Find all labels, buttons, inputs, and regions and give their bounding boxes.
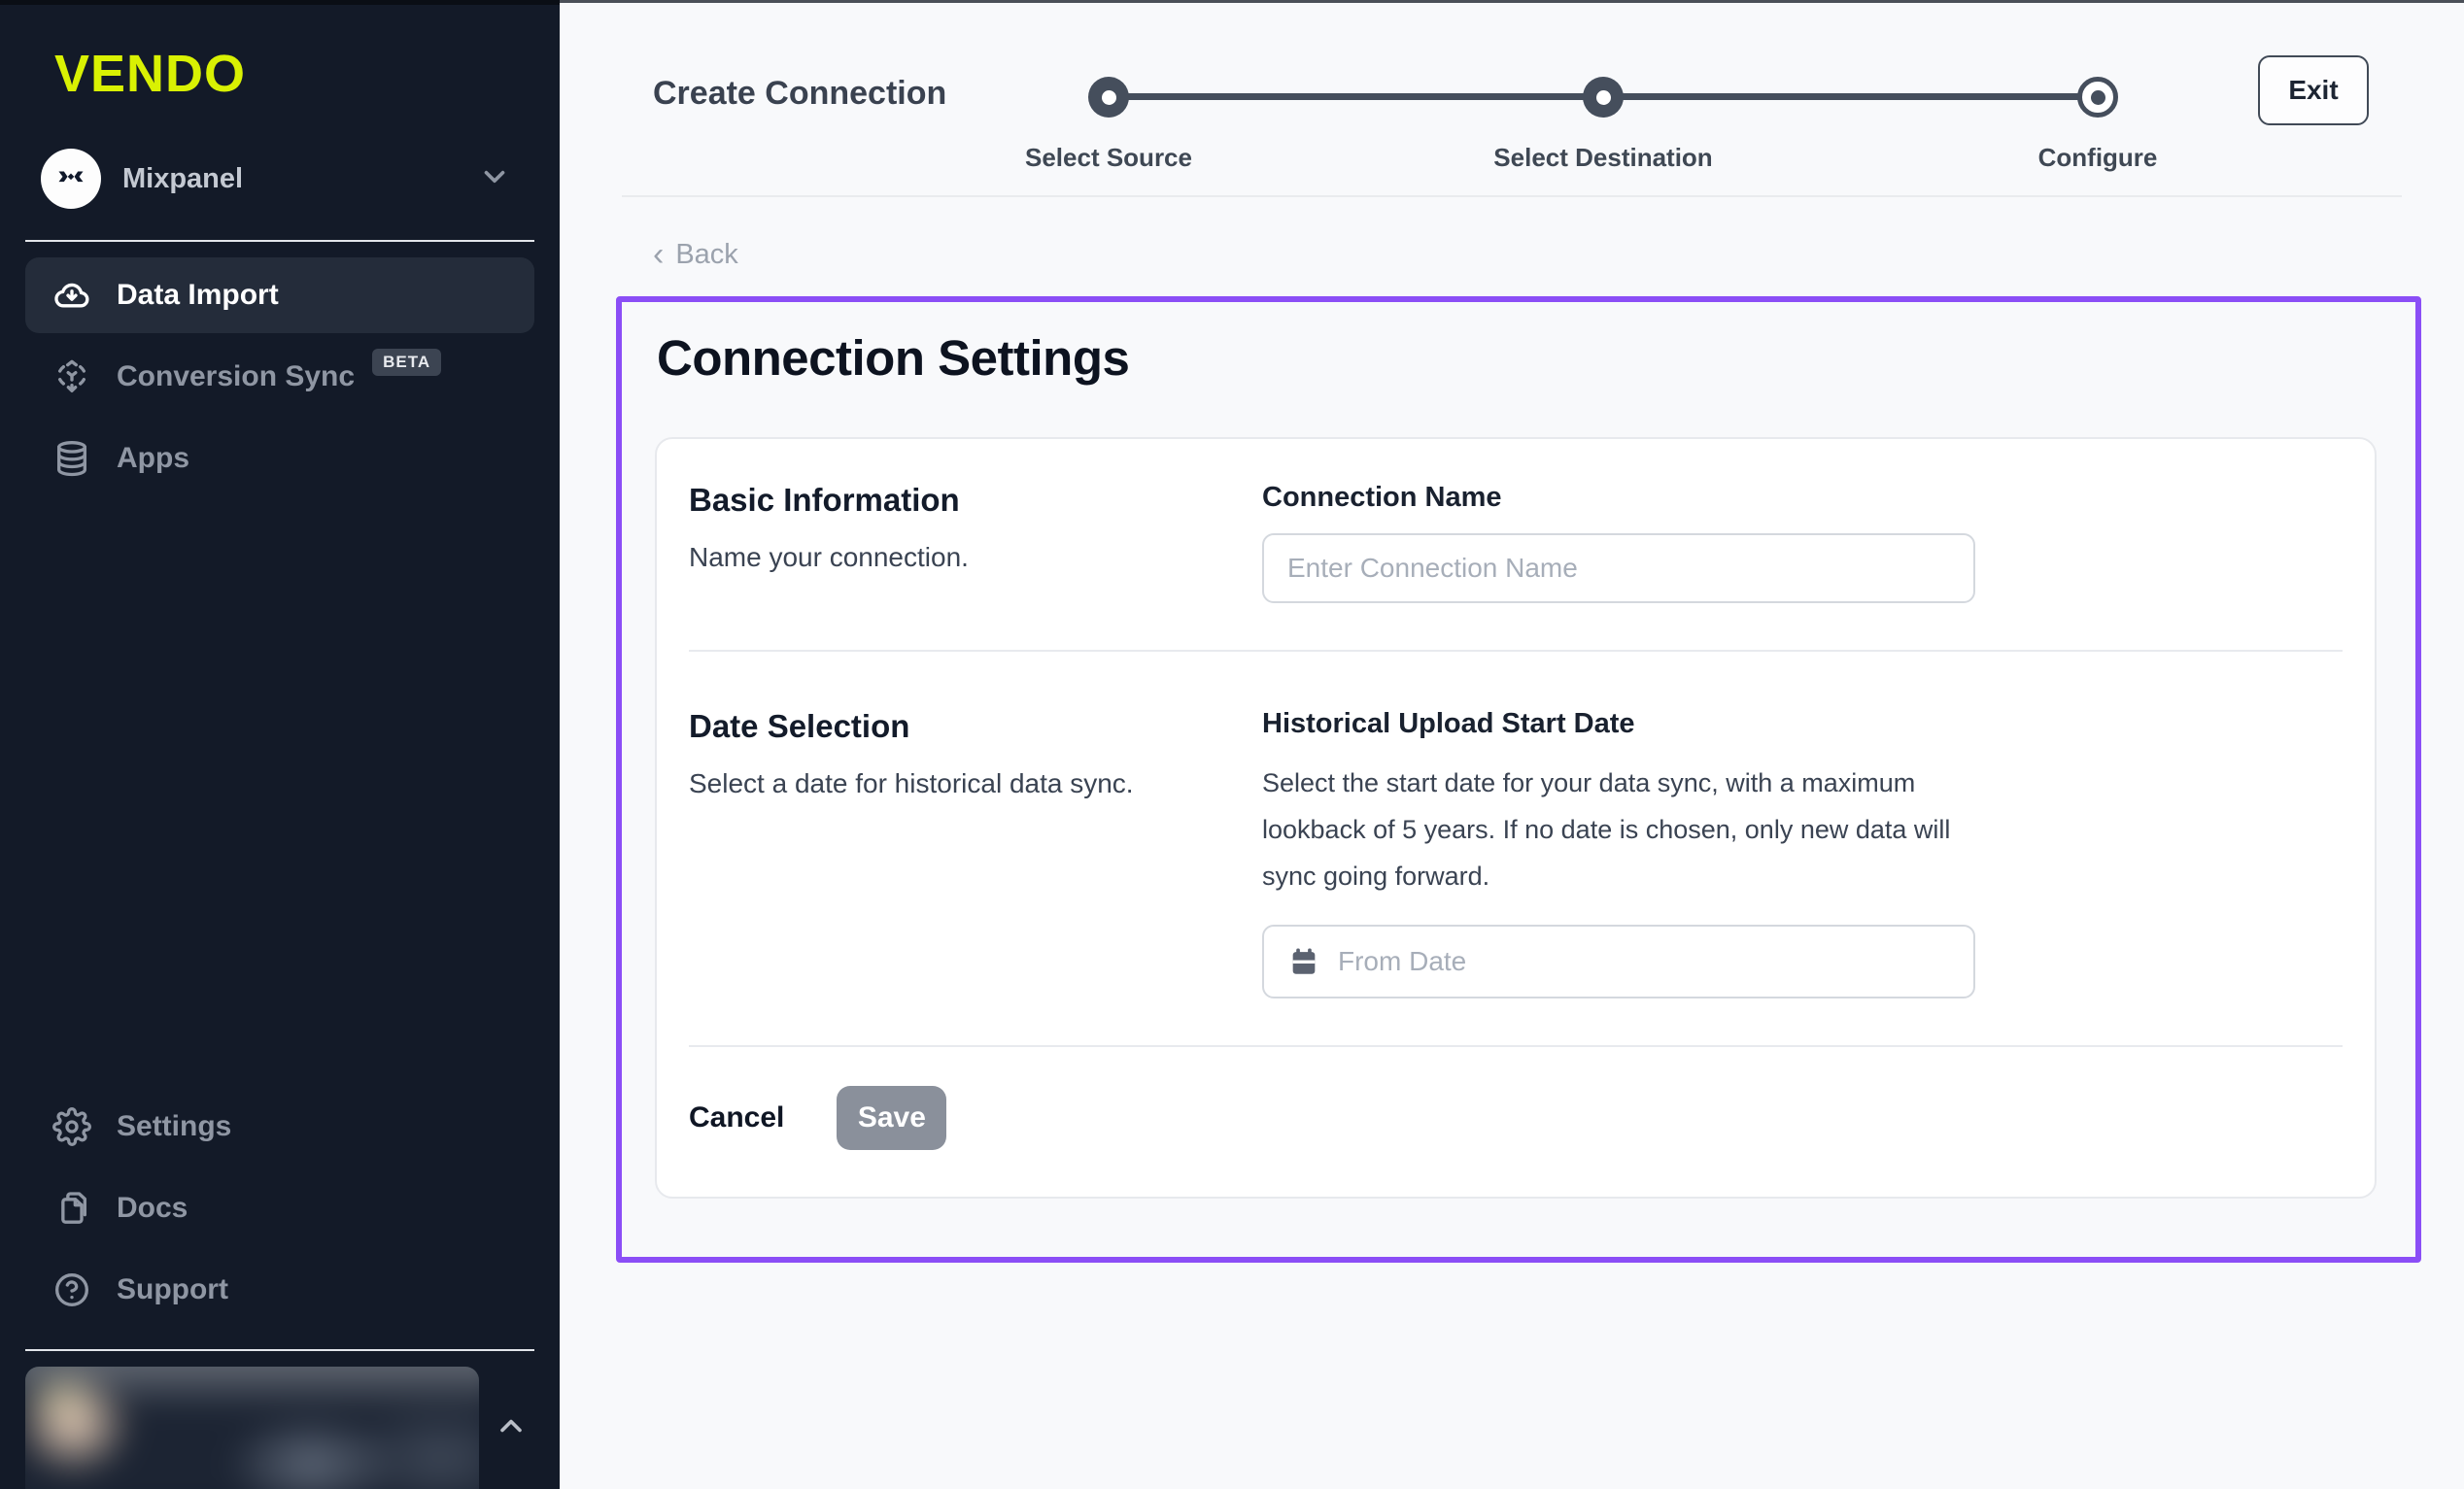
- section-desc: Name your connection.: [689, 542, 1262, 573]
- workspace-name: Mixpanel: [122, 163, 243, 195]
- sidebar-footer-divider: [25, 1349, 534, 1351]
- sidebar-item-label: Conversion Sync: [117, 360, 355, 393]
- cloud-download-icon: [52, 276, 91, 315]
- user-account-row: [25, 1367, 534, 1489]
- page-title: Create Connection: [653, 75, 946, 113]
- sidebar-item-label: Settings: [117, 1110, 231, 1143]
- database-icon: [52, 439, 91, 478]
- connection-settings-panel: Connection Settings Basic Information Na…: [616, 296, 2421, 1263]
- connection-name-label: Connection Name: [1262, 482, 1975, 514]
- sidebar-footer: Settings Docs: [25, 1089, 534, 1489]
- user-avatar: [25, 1367, 479, 1489]
- sidebar-item-docs[interactable]: Docs: [25, 1170, 534, 1246]
- calendar-icon: [1287, 945, 1320, 978]
- sidebar-item-label: Docs: [117, 1192, 188, 1225]
- gear-icon: [52, 1107, 91, 1146]
- section-desc: Select a date for historical data sync.: [689, 768, 1262, 799]
- chevron-up-icon[interactable]: [494, 1408, 529, 1448]
- step-dot-icon: [2077, 77, 2118, 118]
- sidebar-divider: [25, 240, 534, 242]
- sidebar-item-data-import[interactable]: Data Import: [25, 257, 534, 333]
- step-select-destination[interactable]: Select Destination: [1583, 77, 1624, 118]
- settings-card: Basic Information Name your connection. …: [655, 437, 2377, 1199]
- main-area: Create Connection Select Source Select D…: [560, 0, 2464, 1489]
- step-configure[interactable]: Configure: [2077, 77, 2118, 118]
- chevron-left-icon: ‹: [653, 238, 664, 271]
- sidebar: VENDO Mixpanel: [0, 0, 560, 1489]
- vendo-logo: VENDO: [54, 44, 534, 104]
- sidebar-item-label: Apps: [117, 442, 189, 475]
- connection-name-input[interactable]: [1262, 533, 1975, 603]
- sidebar-item-label: Support: [117, 1273, 228, 1306]
- from-date-input[interactable]: [1338, 946, 1950, 977]
- step-dot-icon: [1583, 77, 1624, 118]
- app-window: VENDO Mixpanel: [0, 0, 2464, 1489]
- start-date-label: Historical Upload Start Date: [1262, 708, 1975, 740]
- sidebar-item-conversion-sync[interactable]: Conversion Sync BETA: [25, 339, 534, 415]
- from-date-field[interactable]: [1262, 925, 1975, 998]
- wizard-header: Create Connection Select Source Select D…: [622, 3, 2402, 197]
- sidebar-item-label: Data Import: [117, 279, 279, 312]
- chevron-down-icon[interactable]: [478, 160, 511, 198]
- date-selection-section: Date Selection Select a date for histori…: [657, 652, 2375, 1045]
- back-link[interactable]: ‹ Back: [653, 238, 738, 271]
- save-button[interactable]: Save: [837, 1086, 946, 1150]
- sidebar-item-support[interactable]: Support: [25, 1252, 534, 1328]
- user-account-blurred[interactable]: [25, 1367, 479, 1489]
- mixpanel-logo-icon: [41, 149, 101, 209]
- help-circle-icon: [52, 1270, 91, 1309]
- section-title: Basic Information: [689, 482, 1262, 519]
- actions-row: Cancel Save: [657, 1047, 2375, 1197]
- start-date-help: Select the start date for your data sync…: [1262, 760, 1975, 899]
- docs-pages-icon: [52, 1189, 91, 1228]
- basic-information-section: Basic Information Name your connection. …: [657, 439, 2375, 650]
- workspace-switcher[interactable]: Mixpanel: [41, 149, 534, 209]
- step-dot-icon: [1088, 77, 1129, 118]
- panel-title: Connection Settings: [657, 329, 2382, 387]
- cancel-button[interactable]: Cancel: [689, 1101, 784, 1134]
- sidebar-nav: Data Import Conversion Sync BETA: [25, 257, 534, 496]
- conversion-sync-icon: [52, 357, 91, 396]
- beta-badge: BETA: [372, 349, 441, 376]
- wizard-stepper: Select Source Select Destination Configu…: [1088, 77, 2118, 118]
- sidebar-item-settings[interactable]: Settings: [25, 1089, 534, 1165]
- exit-button[interactable]: Exit: [2258, 55, 2369, 125]
- section-title: Date Selection: [689, 708, 1262, 745]
- sidebar-item-apps[interactable]: Apps: [25, 421, 534, 496]
- step-select-source[interactable]: Select Source: [1088, 77, 1129, 118]
